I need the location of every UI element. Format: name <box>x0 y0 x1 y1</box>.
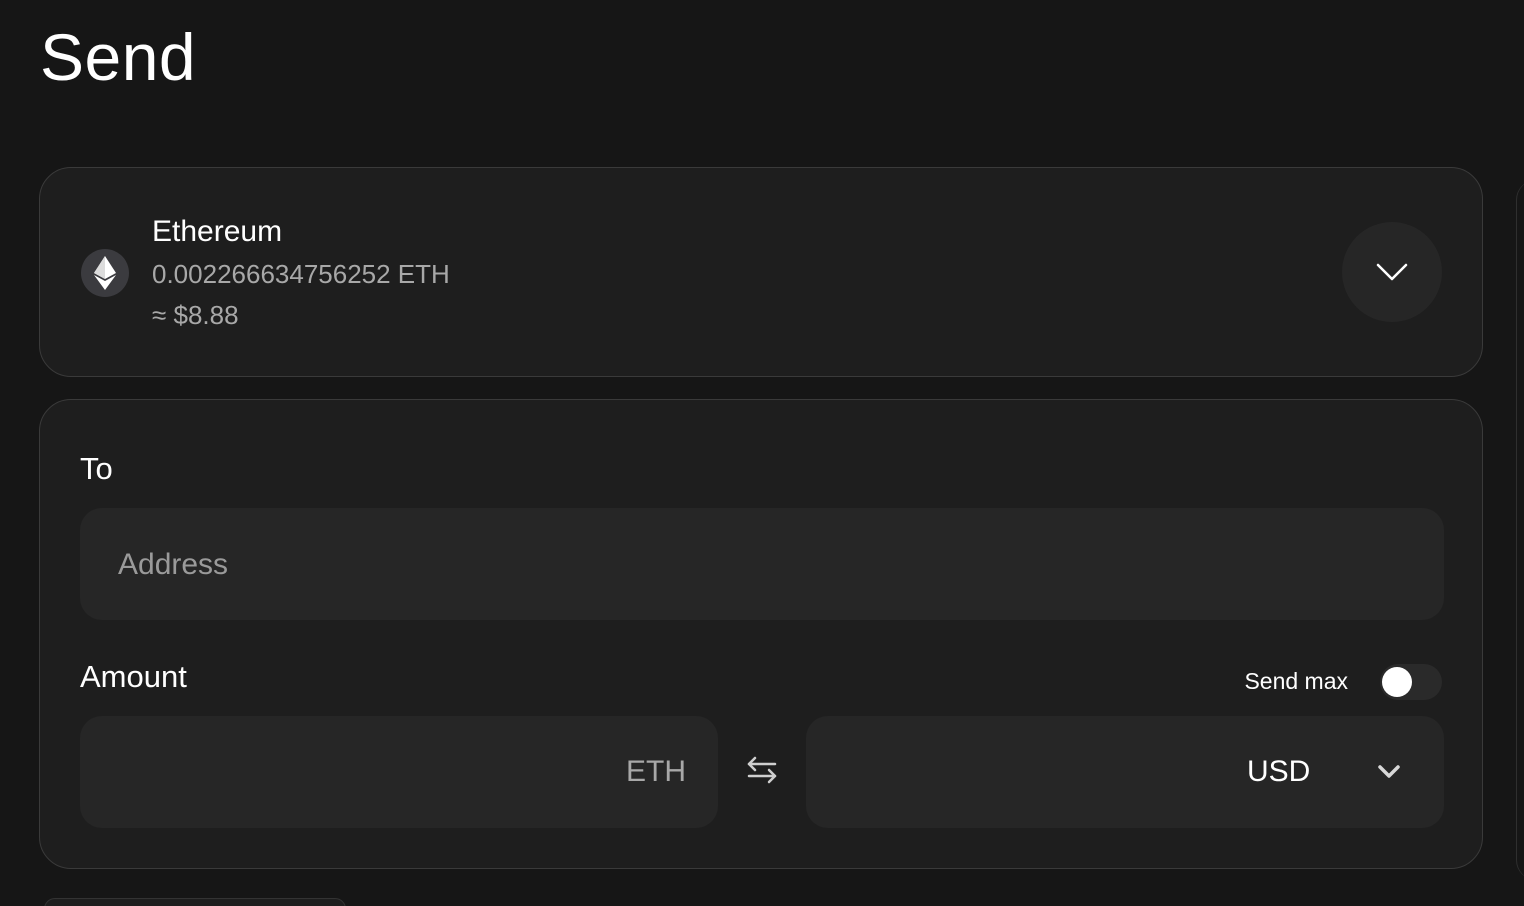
amount-label: Amount <box>80 659 187 694</box>
send-page: Send Ethereum 0.002266634756252 ETH ≈ $8… <box>0 0 1524 906</box>
swap-currency-button[interactable] <box>740 748 784 792</box>
fiat-currency-label: USD <box>1247 755 1311 788</box>
to-label: To <box>80 451 113 486</box>
eth-unit-label: ETH <box>626 755 686 788</box>
next-card-edge <box>44 898 346 906</box>
chevron-down-icon <box>1376 263 1408 281</box>
asset-name: Ethereum <box>152 215 283 248</box>
send-max-label: Send max <box>1244 668 1348 694</box>
send-max-toggle[interactable] <box>1380 664 1442 700</box>
asset-balance: 0.002266634756252 ETH <box>152 259 450 289</box>
swap-arrows-icon <box>747 756 777 784</box>
ethereum-icon <box>81 249 129 297</box>
side-panel-edge <box>1516 180 1524 880</box>
asset-selector-card[interactable]: Ethereum 0.002266634756252 ETH ≈ $8.88 <box>39 167 1483 377</box>
chevron-down-icon <box>1378 765 1400 778</box>
page-title: Send <box>40 20 197 94</box>
send-form-card: To Amount Send max ETH USD <box>39 399 1483 869</box>
address-field[interactable] <box>80 508 1444 622</box>
asset-dropdown-button[interactable] <box>1342 222 1442 322</box>
asset-fiat-value: ≈ $8.88 <box>152 300 239 330</box>
eth-amount-input[interactable] <box>110 716 614 830</box>
eth-amount-field[interactable]: ETH <box>80 716 718 830</box>
toggle-knob <box>1382 667 1412 697</box>
fiat-currency-select[interactable]: USD <box>806 716 1444 828</box>
address-input[interactable] <box>116 508 1410 622</box>
